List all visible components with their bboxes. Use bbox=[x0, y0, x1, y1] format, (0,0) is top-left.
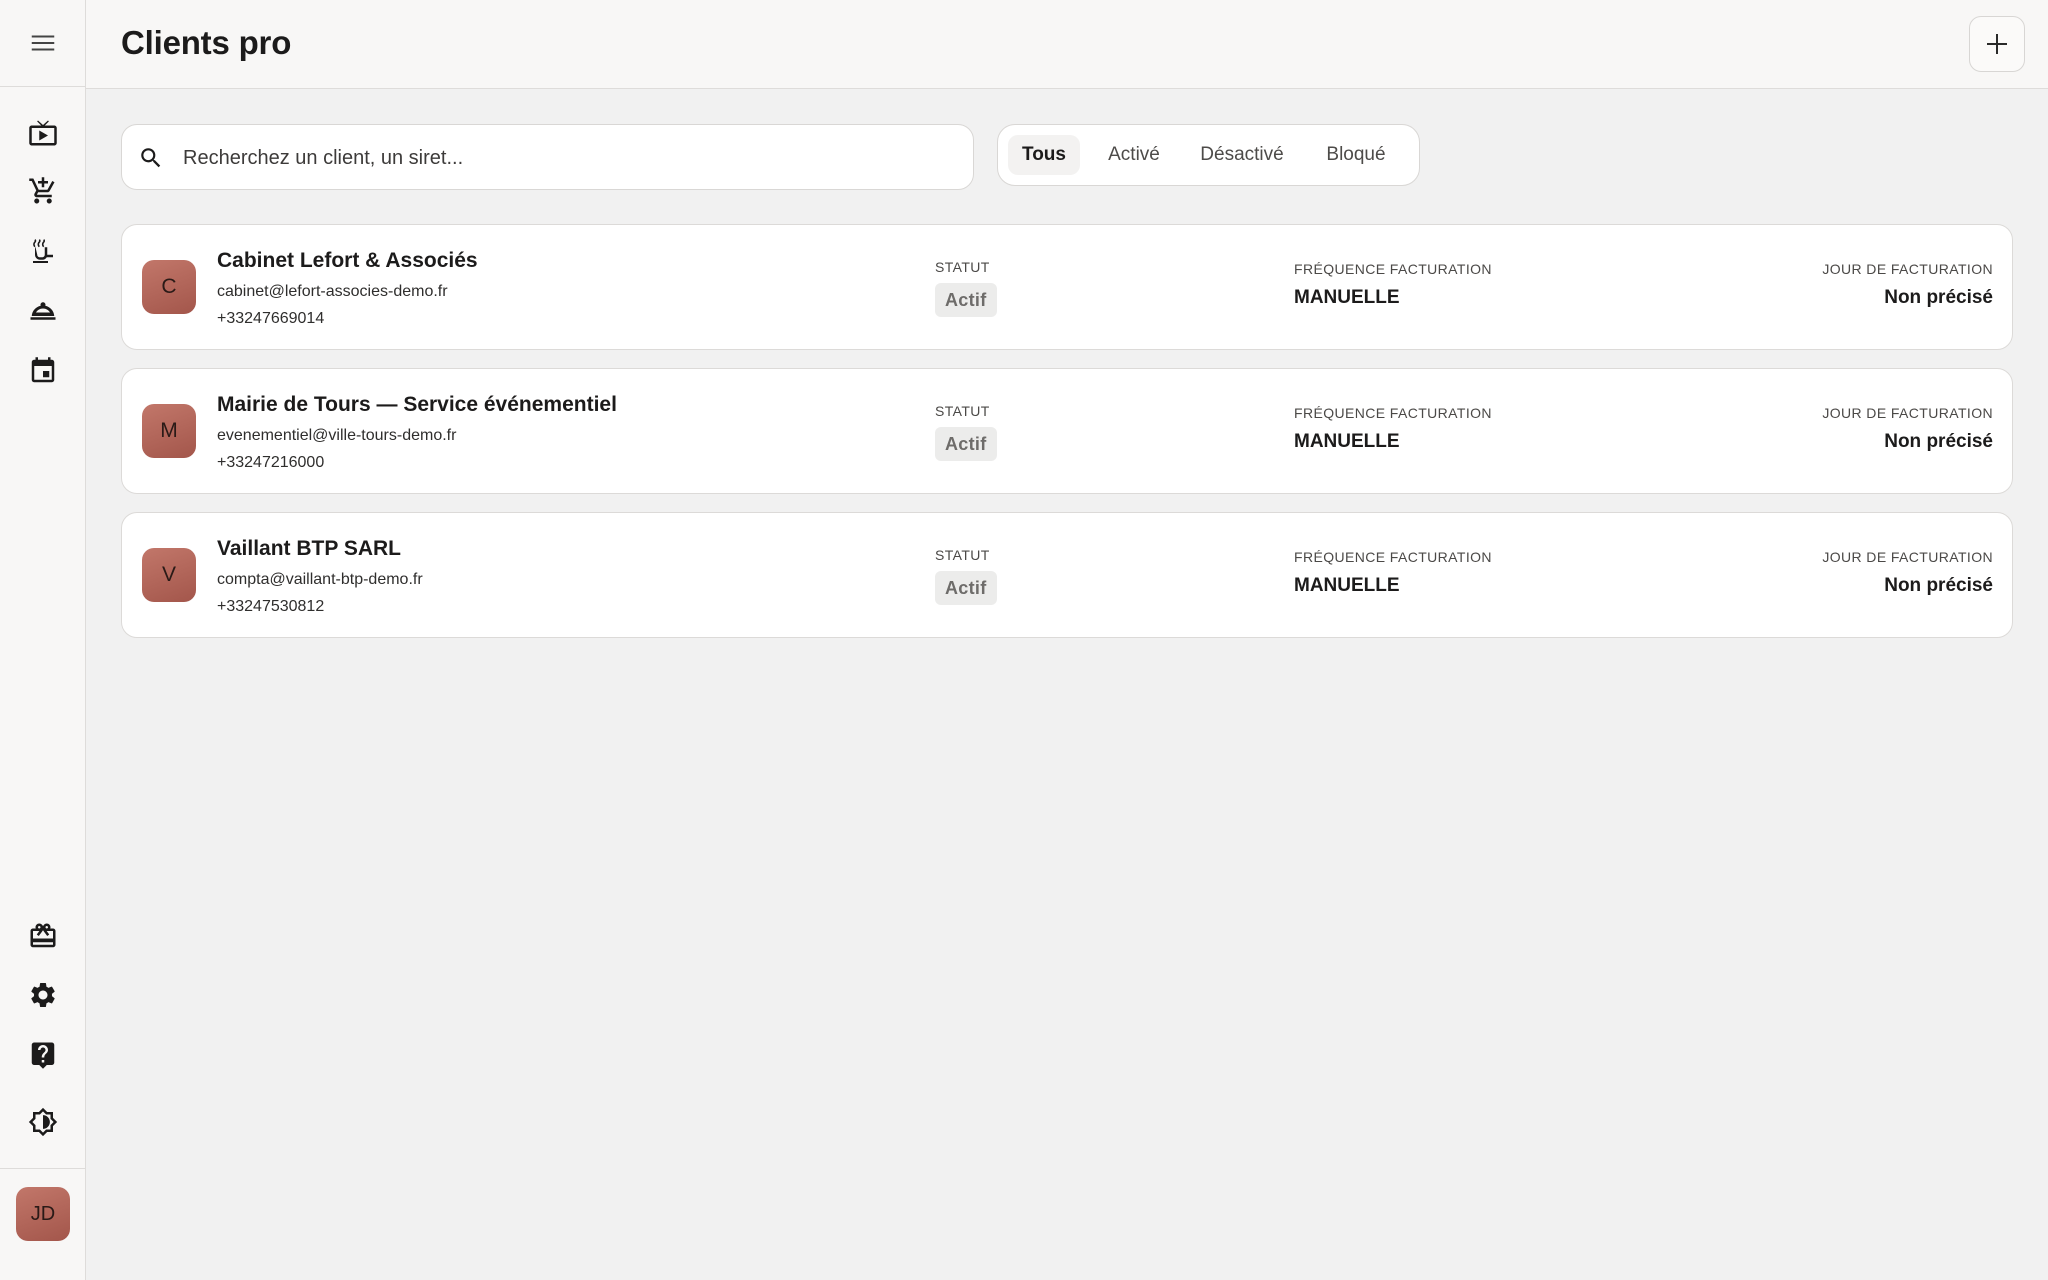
billing-day-label: JOUR DE FACTURATION bbox=[1822, 549, 1993, 565]
help-icon bbox=[31, 1042, 55, 1069]
add-cart-icon bbox=[29, 177, 55, 204]
page-title: Clients pro bbox=[121, 24, 292, 61]
client-email: evenementiel@ville-tours-demo.fr bbox=[217, 427, 457, 444]
status-badge: Actif bbox=[935, 571, 997, 605]
sidebar-item-service[interactable] bbox=[18, 286, 68, 336]
billing-day-value: Non précisé bbox=[1884, 431, 1993, 452]
sidebar-item-gift-cards[interactable] bbox=[18, 911, 68, 961]
client-phone: +33247216000 bbox=[217, 454, 325, 471]
frequency-value: MANUELLE bbox=[1294, 431, 1400, 452]
plus-icon bbox=[1987, 34, 2007, 54]
filter-tab-blocked[interactable]: Bloqué bbox=[1308, 135, 1404, 175]
billing-day-value: Non précisé bbox=[1884, 575, 1993, 596]
billing-day-value: Non précisé bbox=[1884, 287, 1993, 308]
client-avatar: C bbox=[142, 260, 196, 314]
brightness-icon bbox=[28, 1107, 58, 1137]
search-box bbox=[121, 124, 974, 190]
frequency-label: FRÉQUENCE FACTURATION bbox=[1294, 549, 1492, 565]
filter-tab-disabled[interactable]: Désactivé bbox=[1187, 135, 1297, 175]
status-label: STATUT bbox=[935, 403, 990, 419]
client-phone: +33247669014 bbox=[217, 310, 325, 327]
page-header: Clients pro bbox=[86, 0, 2048, 89]
search-input[interactable] bbox=[183, 139, 943, 177]
client-avatar: M bbox=[142, 404, 196, 458]
client-phone: +33247530812 bbox=[217, 598, 325, 615]
room-service-icon bbox=[30, 302, 56, 320]
live-tv-icon bbox=[29, 120, 57, 146]
client-card[interactable]: M Mairie de Tours — Service événementiel… bbox=[121, 368, 2013, 494]
billing-day-label: JOUR DE FACTURATION bbox=[1822, 261, 1993, 277]
sidebar-item-live[interactable] bbox=[18, 108, 68, 158]
frequency-label: FRÉQUENCE FACTURATION bbox=[1294, 405, 1492, 421]
sidebar-divider bbox=[0, 1168, 86, 1169]
client-avatar: V bbox=[142, 548, 196, 602]
status-badge: Actif bbox=[935, 427, 997, 461]
filter-tab-active[interactable]: Activé bbox=[1093, 135, 1175, 175]
billing-day-label: JOUR DE FACTURATION bbox=[1822, 405, 1993, 421]
client-email: cabinet@lefort-associes-demo.fr bbox=[217, 283, 448, 300]
sidebar-item-kitchen[interactable] bbox=[18, 226, 68, 276]
status-badge: Actif bbox=[935, 283, 997, 317]
settings-icon bbox=[31, 983, 55, 1007]
sidebar-item-help[interactable] bbox=[18, 1030, 68, 1080]
gift-card-icon bbox=[30, 923, 56, 948]
status-label: STATUT bbox=[935, 259, 990, 275]
status-filter-tabs: Tous Activé Désactivé Bloqué bbox=[997, 124, 1420, 186]
sidebar-divider bbox=[0, 86, 86, 87]
kitchen-icon bbox=[33, 239, 53, 263]
frequency-value: MANUELLE bbox=[1294, 287, 1400, 308]
frequency-label: FRÉQUENCE FACTURATION bbox=[1294, 261, 1492, 277]
sidebar-item-theme[interactable] bbox=[18, 1097, 68, 1147]
client-email: compta@vaillant-btp-demo.fr bbox=[217, 571, 423, 588]
add-client-button[interactable] bbox=[1969, 16, 2025, 72]
frequency-value: MANUELLE bbox=[1294, 575, 1400, 596]
menu-icon bbox=[31, 35, 55, 51]
sidebar-item-orders[interactable] bbox=[18, 166, 68, 216]
client-name: Mairie de Tours — Service événementiel bbox=[217, 393, 617, 416]
client-name: Cabinet Lefort & Associés bbox=[217, 249, 478, 272]
calendar-event-icon bbox=[31, 357, 55, 383]
sidebar: JD bbox=[0, 0, 86, 1280]
client-card[interactable]: V Vaillant BTP SARL compta@vaillant-btp-… bbox=[121, 512, 2013, 638]
search-icon bbox=[141, 148, 161, 168]
filter-tab-all[interactable]: Tous bbox=[1008, 135, 1080, 175]
status-label: STATUT bbox=[935, 547, 990, 563]
client-name: Vaillant BTP SARL bbox=[217, 537, 401, 560]
client-card[interactable]: C Cabinet Lefort & Associés cabinet@lefo… bbox=[121, 224, 2013, 350]
user-avatar[interactable]: JD bbox=[16, 1187, 70, 1241]
sidebar-item-calendar[interactable] bbox=[18, 346, 68, 396]
menu-button[interactable] bbox=[18, 18, 68, 68]
sidebar-item-settings[interactable] bbox=[18, 970, 68, 1020]
